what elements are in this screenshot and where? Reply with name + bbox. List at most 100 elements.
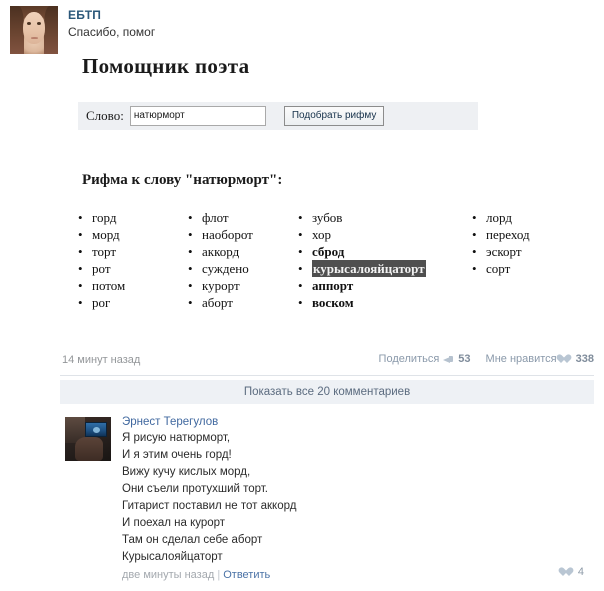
rhyme-item[interactable]: рог	[74, 294, 184, 311]
rhyme-item[interactable]: аккорд	[184, 243, 294, 260]
comment-line: Они съели протухший торт.	[122, 483, 268, 495]
comment-timestamp: две минуты назад	[122, 569, 215, 581]
comment-author-name[interactable]: Эрнест Терегулов	[122, 414, 296, 430]
rhyme-word: эскорт	[486, 244, 522, 259]
post-text: Спасибо, помог	[68, 25, 156, 39]
rhyme-word: потом	[92, 278, 126, 293]
rhyme-list-4: лорд переход эскорт сорт	[468, 209, 578, 277]
show-all-comments-button[interactable]: Показать все 20 комментариев	[60, 380, 594, 404]
rhyme-word: аккорд	[202, 244, 240, 259]
rhyme-word: курорт	[202, 278, 240, 293]
post-actions: Поделиться 53 Мне нравится 338	[379, 353, 594, 365]
embedded-screenshot: Помощник поэта Слово: Подобрать рифму Ри…	[60, 46, 594, 342]
rhyme-word: лорд	[486, 210, 512, 225]
like-button[interactable]: Мне нравится 338	[486, 353, 594, 365]
rhyme-word: сброд	[312, 244, 345, 259]
wall-post: ЕБТП Спасибо, помог Помощник поэта Слово…	[0, 0, 604, 591]
avatar-camera-screen	[85, 422, 107, 437]
comment-line: Там он сделал себе аборт	[122, 534, 263, 546]
comment: Эрнест Терегулов Я рисую натюрморт, И я …	[60, 414, 594, 584]
rhyme-word: аборт	[202, 295, 233, 310]
rhyme-word: воском	[312, 295, 354, 310]
search-band: Слово: Подобрать рифму	[78, 102, 478, 130]
meta-divider: |	[217, 569, 221, 581]
avatar-eye-right	[37, 22, 41, 25]
share-label: Поделиться	[378, 353, 440, 365]
rhyme-word: зубов	[312, 210, 343, 225]
rhyme-item[interactable]: сорт	[468, 260, 578, 277]
avatar-hair-right	[44, 6, 58, 54]
word-input[interactable]	[129, 106, 266, 126]
share-button[interactable]: Поделиться 53	[379, 353, 471, 365]
woman-portrait-avatar[interactable]	[10, 6, 58, 54]
rhyme-item[interactable]: курорт	[184, 277, 294, 294]
word-field-label: Слово:	[86, 108, 124, 123]
rhyme-item[interactable]: сброд	[294, 243, 404, 260]
rhyme-item[interactable]: воском	[294, 294, 404, 311]
rhyme-item[interactable]: флот	[184, 209, 294, 226]
comment-like-count: 4	[577, 566, 584, 578]
rhyme-word: рот	[92, 261, 111, 276]
page-title: Помощник поэта	[82, 54, 250, 78]
rhyme-item[interactable]: торт	[74, 243, 184, 260]
share-count: 53	[458, 353, 471, 365]
rhyme-column-2: флот наоборот аккорд суждено курорт абор…	[184, 209, 294, 311]
rhyme-word: флот	[202, 210, 229, 225]
rhyme-item[interactable]: эскорт	[468, 243, 578, 260]
rhyme-list-3: зубов хор сброд курысалояйцаторт аппорт …	[294, 209, 426, 311]
rhyme-word: торт	[92, 244, 117, 259]
find-rhyme-button[interactable]: Подобрать рифму	[283, 106, 385, 126]
rhyme-word: горд	[92, 210, 117, 225]
rhyme-item[interactable]: зубов	[294, 209, 404, 226]
heart-icon	[561, 354, 572, 364]
post-timestamp: 14 минут назад	[62, 354, 141, 366]
avatar-hair-left	[10, 6, 24, 54]
heart-icon	[563, 567, 574, 577]
rhyme-item[interactable]: потом	[74, 277, 184, 294]
avatar-hands	[75, 437, 103, 461]
rhyme-item[interactable]: морд	[74, 226, 184, 243]
rhyme-column-1: горд морд торт рот потом рог	[74, 209, 184, 311]
rhyme-columns: горд морд торт рот потом рог флот наобор…	[74, 209, 584, 311]
comment-line: Курысалояйцаторт	[122, 551, 223, 563]
rhyme-word: суждено	[202, 261, 249, 276]
comment-body: Эрнест Терегулов Я рисую натюрморт, И я …	[122, 414, 296, 583]
rhyme-item[interactable]: аборт	[184, 294, 294, 311]
share-megaphone-icon	[443, 355, 454, 364]
show-all-comments-label: Показать все 20 комментариев	[243, 386, 411, 398]
post-author-name[interactable]: ЕБТП	[68, 8, 101, 22]
search-row: Слово: Подобрать рифму	[86, 106, 385, 126]
rhyme-word: рог	[92, 295, 111, 310]
comment-meta: две минуты назад | Ответить	[122, 568, 296, 583]
rhyme-word: аппорт	[312, 278, 354, 293]
rhyme-word: морд	[92, 227, 120, 242]
rhyme-item[interactable]: аппорт	[294, 277, 404, 294]
rhyme-list-2: флот наоборот аккорд суждено курорт абор…	[184, 209, 294, 311]
rhyme-word: наоборот	[202, 227, 253, 242]
rhyme-word-highlighted: курысалояйцаторт	[312, 260, 426, 277]
comment-line: Вижу кучу кислых морд,	[122, 466, 251, 478]
comment-line: Я рисую натюрморт,	[122, 432, 231, 444]
rhyme-item[interactable]: переход	[468, 226, 578, 243]
rhyme-list-1: горд морд торт рот потом рог	[74, 209, 184, 311]
comment-line: Гитарист поставил не тот аккорд	[122, 500, 297, 512]
rhyme-item-selected[interactable]: курысалояйцаторт	[294, 260, 426, 277]
avatar-face	[23, 12, 45, 44]
hands-holding-camera-avatar[interactable]	[65, 417, 111, 461]
comment-like-button[interactable]: 4	[563, 566, 584, 578]
rhyme-item[interactable]: хор	[294, 226, 404, 243]
post-footer: 14 минут назад Поделиться 53 Мне нравитс…	[60, 352, 594, 374]
reply-button[interactable]: Ответить	[223, 569, 270, 581]
rhyme-word: сорт	[486, 261, 511, 276]
rhyme-item[interactable]: горд	[74, 209, 184, 226]
rhyme-item[interactable]: суждено	[184, 260, 294, 277]
comment-line: И поехал на курорт	[122, 517, 226, 529]
rhyme-item[interactable]: рот	[74, 260, 184, 277]
like-count: 338	[575, 353, 594, 365]
comment-line: И я этим очень горд!	[122, 449, 232, 461]
rhyme-word: переход	[486, 227, 530, 242]
rhyme-heading: Рифма к слову "натюрморт":	[82, 172, 283, 188]
rhyme-column-3: зубов хор сброд курысалояйцаторт аппорт …	[294, 209, 426, 311]
rhyme-item[interactable]: лорд	[468, 209, 578, 226]
rhyme-item[interactable]: наоборот	[184, 226, 294, 243]
